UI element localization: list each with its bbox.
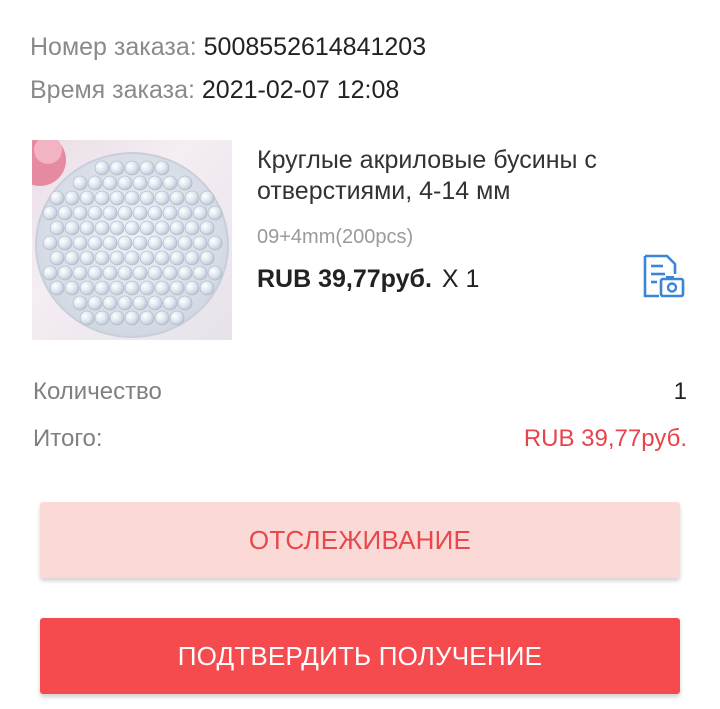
document-camera-icon[interactable] [639,252,687,300]
beads-product-photo [32,140,229,338]
summary-total-label: Итого: [33,425,103,452]
product-quantity: X 1 [441,265,480,293]
summary-quantity-label: Количество [33,378,162,405]
order-number-label: Номер заказа: [30,33,197,61]
order-time-label: Время заказа: [30,76,195,104]
summary-quantity-value: 1 [673,378,687,405]
product-price-line: RUB 39,77руб. X 1 [257,265,479,294]
order-time-value: 2021-02-07 12:08 [201,76,400,104]
order-number-row: Номер заказа: 5008552614841203 [30,33,426,62]
product-image[interactable] [32,140,232,340]
product-variant: 09+4mm(200pcs) [257,226,414,248]
summary-total-value: RUB 39,77руб. [523,425,687,452]
product-price: RUB 39,77руб. [257,265,432,293]
track-order-button[interactable]: ОТСЛЕЖИВАНИЕ [40,502,680,578]
confirm-receipt-button[interactable]: ПОДТВЕРДИТЬ ПОЛУЧЕНИЕ [40,618,680,694]
order-time-row: Время заказа: 2021-02-07 12:08 [30,76,399,105]
order-number-value: 5008552614841203 [203,33,427,61]
product-title[interactable]: Круглые акриловые бусины с отверстиями, … [257,145,687,207]
